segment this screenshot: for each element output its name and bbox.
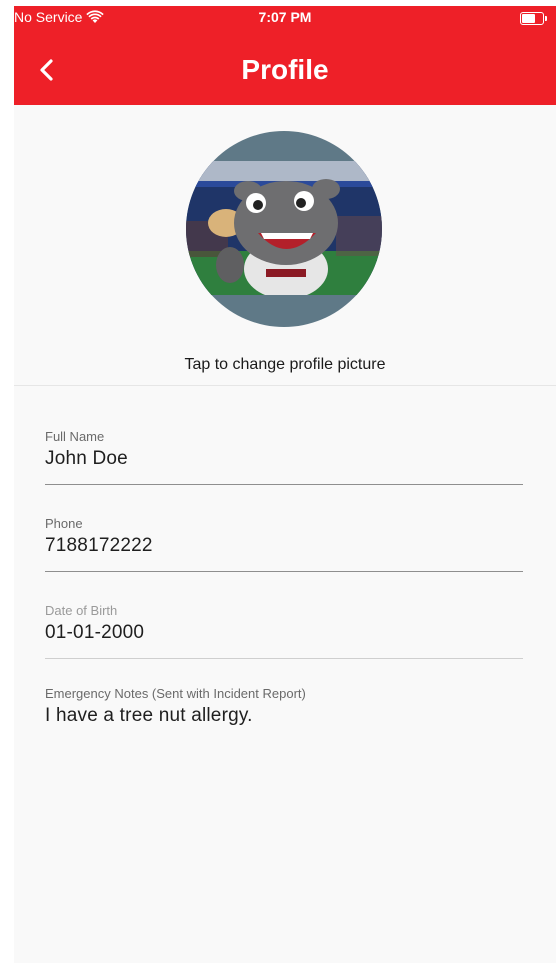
status-bar: No Service 7:07 PM (14, 6, 556, 28)
status-time: 7:07 PM (258, 9, 312, 25)
field-label: Emergency Notes (Sent with Incident Repo… (45, 686, 306, 701)
mascot-photo (186, 161, 382, 295)
field-underline (45, 571, 523, 572)
phone-input[interactable]: 7188172222 (45, 535, 523, 557)
field-label: Phone (45, 516, 83, 531)
page-title: Profile (241, 54, 329, 85)
battery-icon (520, 12, 547, 25)
battery-terminal (545, 16, 547, 21)
field-underline (45, 658, 523, 659)
navigation-bar: Profile (14, 50, 556, 90)
full-name-field[interactable]: Full Name John Doe (45, 429, 523, 485)
full-name-input[interactable]: John Doe (45, 448, 523, 470)
emergency-notes-field[interactable]: Emergency Notes (Sent with Incident Repo… (45, 686, 523, 727)
field-label: Full Name (45, 429, 105, 444)
profile-picture[interactable] (186, 131, 382, 327)
profile-screen: No Service 7:07 PM Profile Tap to change… (14, 6, 556, 963)
date-of-birth-field[interactable]: Date of Birth 01-01-2000 (45, 603, 523, 659)
change-picture-label[interactable]: Tap to change profile picture (14, 356, 556, 374)
section-divider (14, 385, 556, 386)
battery-level (522, 14, 535, 23)
field-underline (45, 484, 523, 485)
date-of-birth-input[interactable]: 01-01-2000 (45, 622, 523, 644)
phone-field[interactable]: Phone 7188172222 (45, 516, 523, 572)
emergency-notes-input[interactable]: I have a tree nut allergy. (45, 705, 523, 727)
top-bar: No Service 7:07 PM Profile (14, 6, 556, 105)
field-label: Date of Birth (45, 603, 118, 618)
